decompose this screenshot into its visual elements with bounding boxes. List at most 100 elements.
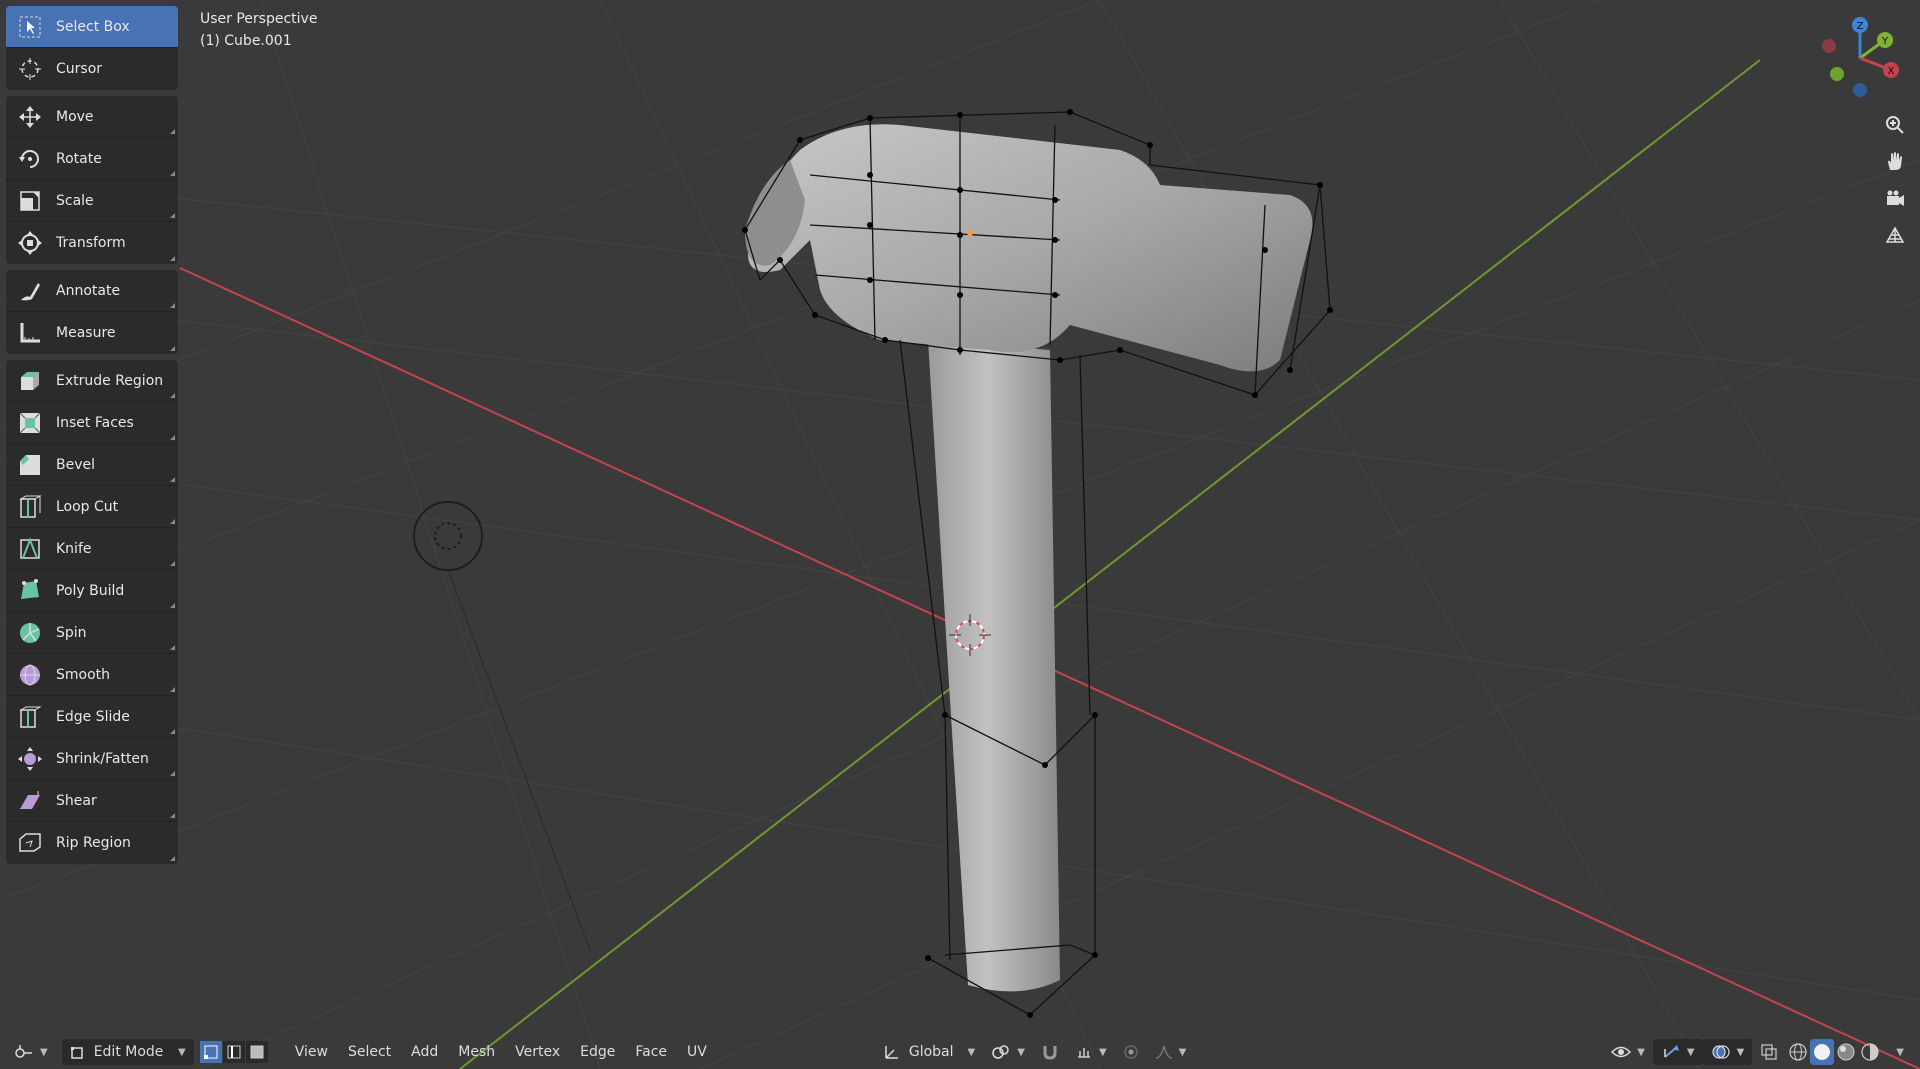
tool-transform[interactable]: Transform (6, 222, 178, 264)
edge-select-icon[interactable] (222, 1041, 245, 1063)
orientation-label: Global (908, 1044, 954, 1060)
editor-type-button[interactable]: ▼ (6, 1039, 56, 1065)
tool-label: Shear (56, 792, 97, 809)
tool-label: Scale (56, 192, 94, 209)
menu-vertex[interactable]: Vertex (505, 1044, 570, 1060)
orientation-icon (885, 1046, 898, 1059)
more-tools-indicator (170, 393, 175, 398)
more-tools-indicator (170, 687, 175, 692)
shading-material-button[interactable] (1834, 1039, 1858, 1065)
menu-face[interactable]: Face (625, 1044, 677, 1060)
more-tools-indicator (170, 346, 175, 351)
more-tools-indicator (170, 256, 175, 261)
menu-edge[interactable]: Edge (570, 1044, 625, 1060)
menu-select[interactable]: Select (338, 1044, 401, 1060)
3d-viewport[interactable]: Z Y X (0, 0, 1920, 1069)
tool-move[interactable]: Move (6, 96, 178, 138)
more-tools-indicator (170, 603, 175, 608)
tool-label: Extrude Region (56, 372, 164, 389)
mode-label: Edit Mode (93, 1044, 164, 1060)
tool-measure[interactable]: Measure (6, 312, 178, 354)
tool-label: Smooth (56, 666, 111, 683)
tool-rip-region[interactable]: Rip Region (6, 822, 178, 864)
tool-shear[interactable]: Shear (6, 780, 178, 822)
more-tools-indicator (170, 771, 175, 776)
shading-rendered-button[interactable] (1858, 1039, 1882, 1065)
menu-add[interactable]: Add (401, 1044, 448, 1060)
measure-icon (16, 319, 44, 347)
overlays-toggle[interactable]: ▼ (1702, 1039, 1753, 1065)
more-tools-indicator (170, 561, 175, 566)
viewport-header: ▼ Edit Mode ▼ View Select Add Mesh Vertex Edg… (0, 1035, 1920, 1069)
tool-rotate[interactable]: Rotate (6, 138, 178, 180)
perspective-label: User Perspective (200, 11, 318, 27)
select-box-icon (16, 13, 44, 41)
tool-cursor[interactable]: Cursor (6, 48, 178, 90)
tool-extrude-region[interactable]: Extrude Region (6, 360, 178, 402)
tool-label: Transform (56, 235, 126, 251)
annotate-icon (16, 277, 44, 305)
falloff-dropdown[interactable]: ▼ (1147, 1039, 1195, 1065)
face-select-icon[interactable] (245, 1041, 268, 1063)
active-vertex (967, 230, 973, 236)
vertex-select-icon[interactable] (199, 1041, 222, 1063)
tool-shelf: Select Box Cursor Move Rotate Scale Transform… (6, 6, 178, 870)
snap-target-dropdown[interactable]: ▼ (1067, 1039, 1115, 1065)
tool-knife[interactable]: Knife (6, 528, 178, 570)
pivot-dropdown[interactable]: ▼ (983, 1039, 1033, 1065)
pan-hand-icon[interactable] (1880, 146, 1910, 176)
camera-view-icon[interactable] (1880, 184, 1910, 214)
wireframe-shading-icon (1789, 1043, 1807, 1061)
menu-uv[interactable]: UV (677, 1044, 717, 1060)
tool-label: Move (56, 108, 94, 125)
editor-type-icon (15, 1045, 32, 1058)
tool-shrink-fatten[interactable]: Shrink/Fatten (6, 738, 178, 780)
tool-edge-slide[interactable]: Edge Slide (6, 696, 178, 738)
tool-select-box[interactable]: Select Box (6, 6, 178, 48)
more-tools-indicator (170, 813, 175, 818)
orientation-dropdown[interactable]: Global ▼ (875, 1039, 983, 1065)
shading-solid-button[interactable] (1810, 1039, 1835, 1065)
more-tools-indicator (170, 435, 175, 440)
menu-view[interactable]: View (285, 1044, 338, 1060)
tool-label: Knife (56, 540, 92, 557)
zoom-icon[interactable] (1880, 110, 1910, 140)
tool-spin[interactable]: Spin (6, 612, 178, 654)
svg-text:Z: Z (1857, 21, 1864, 32)
material-shading-icon (1837, 1043, 1855, 1061)
tool-inset-faces[interactable]: Inset Faces (6, 402, 178, 444)
tool-label: Cursor (56, 61, 103, 77)
navigation-gizmo[interactable]: Z Y X (1815, 10, 1915, 100)
tool-group: Extrude Region Inset Faces Bevel Loop Cut Kn… (6, 360, 178, 864)
tool-bevel[interactable]: Bevel (6, 444, 178, 486)
ortho-grid-icon[interactable] (1880, 220, 1910, 250)
xray-toggle[interactable] (1752, 1039, 1786, 1065)
header-menus: View Select Add Mesh Vertex Edge Face UV (285, 1044, 717, 1060)
magnet-icon (1043, 1046, 1057, 1060)
tool-label: Inset Faces (56, 414, 134, 431)
xray-icon (1761, 1044, 1777, 1060)
tool-group: Select Box Cursor (6, 6, 178, 90)
proportional-edit-toggle[interactable] (1115, 1039, 1147, 1065)
snap-toggle[interactable] (1033, 1039, 1067, 1065)
gizmo-arrows-icon (1664, 1045, 1679, 1058)
mode-dropdown[interactable]: Edit Mode ▼ (61, 1039, 194, 1065)
menu-mesh[interactable]: Mesh (448, 1044, 505, 1060)
gizmo-toggle[interactable]: ▼ (1652, 1039, 1703, 1065)
tool-annotate[interactable]: Annotate (6, 270, 178, 312)
tool-poly-build[interactable]: Poly Build (6, 570, 178, 612)
viewport-info: User Perspective (1) Cube.001 (200, 8, 317, 52)
more-tools-indicator (170, 213, 175, 218)
tool-scale[interactable]: Scale (6, 180, 178, 222)
tool-smooth[interactable]: Smooth (6, 654, 178, 696)
shading-options-dropdown[interactable]: ▼ (1882, 1039, 1912, 1065)
svg-text:X: X (1888, 66, 1895, 77)
tool-label: Rotate (56, 150, 102, 167)
shading-wireframe-button[interactable] (1786, 1039, 1810, 1065)
transform-icon (16, 229, 44, 257)
snap-increment-icon (1077, 1048, 1090, 1058)
visibility-dropdown[interactable]: ▼ (1603, 1039, 1653, 1065)
tool-loop-cut[interactable]: Loop Cut (6, 486, 178, 528)
more-tools-indicator (170, 856, 175, 861)
active-object-label: (1) Cube.001 (200, 33, 292, 49)
